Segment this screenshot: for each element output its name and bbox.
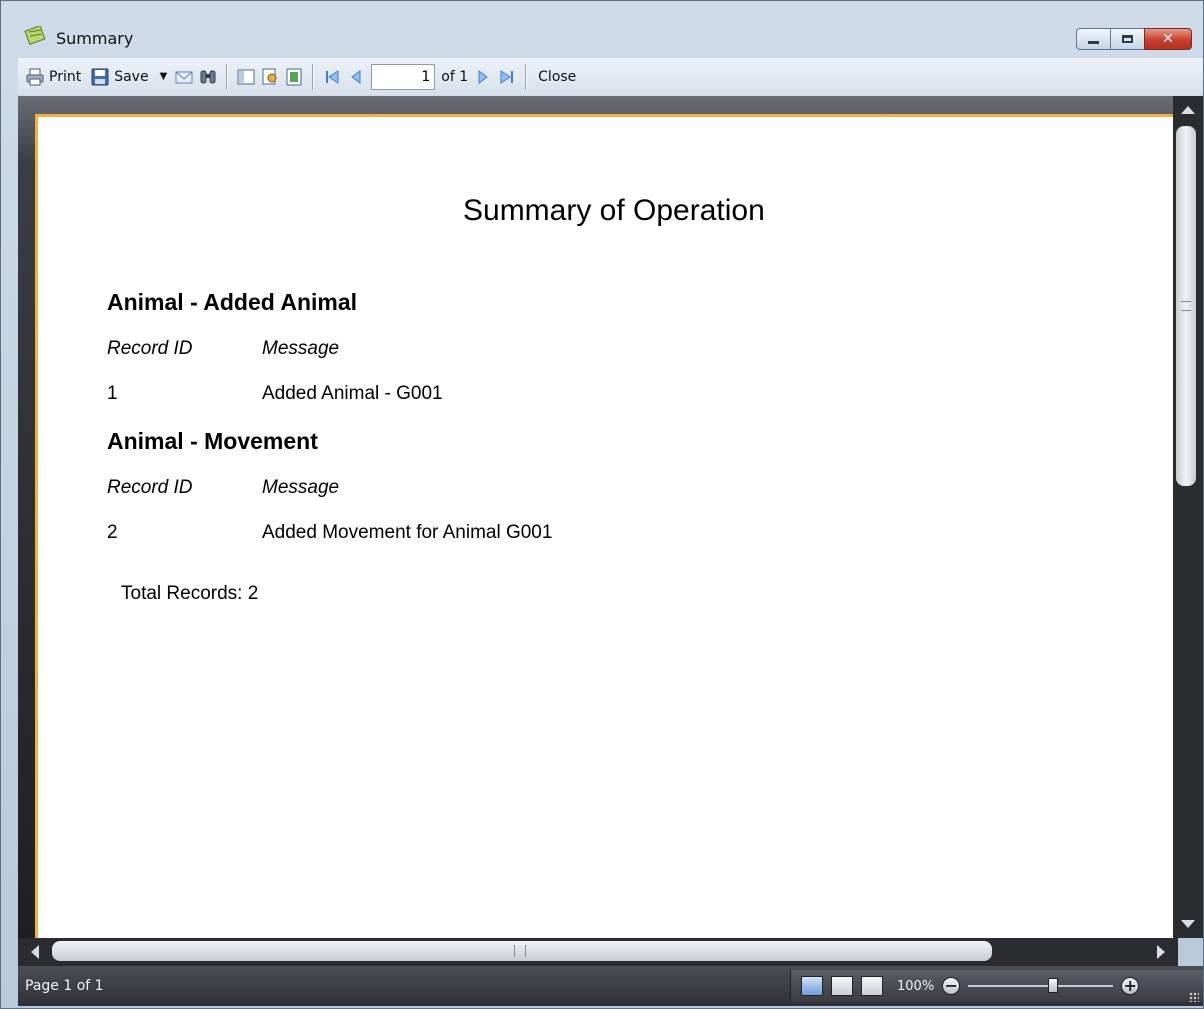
total-records: Total Records: 2 [121,583,259,604]
page-count-label: of 1 [441,68,469,85]
record-id-cell: 1 [107,383,118,404]
column-header-record-id: Record ID [107,477,193,498]
zoom-slider[interactable] [968,978,1114,993]
floppy-disk-icon [91,68,109,85]
report-viewport: Summary of Operation Animal - Added Anim… [18,96,1203,938]
column-header-message: Message [262,338,340,359]
minimize-button[interactable] [1076,28,1110,50]
horizontal-scrollbar[interactable] [18,938,1178,966]
zoom-slider-thumb[interactable] [1048,978,1059,993]
section-title: Animal - Added Animal [107,289,358,315]
current-page-input[interactable] [371,63,436,90]
zoom-out-icon[interactable]: − [942,977,961,995]
toolbar-separator [226,63,229,90]
print-layout-view-icon[interactable] [801,976,823,996]
toolbar: Print Save ▼ 1 of 1 Close [18,58,1203,95]
print-label: Print [49,68,82,85]
zoom-in-icon[interactable]: + [1121,977,1140,995]
status-bar: Page 1 of 1 100% − + [18,966,1203,1006]
scroll-left-arrow-icon[interactable] [31,945,39,959]
resize-grip-icon[interactable] [1189,992,1199,1002]
message-cell: Added Movement for Animal G001 [262,522,553,543]
page-setup-icon[interactable] [261,68,279,86]
multi-page-view-icon[interactable] [861,976,883,996]
dropdown-arrow-icon[interactable]: ▼ [160,71,168,82]
scroll-down-arrow-icon[interactable] [1181,920,1195,928]
page-layout-icon[interactable] [285,68,303,86]
report-viewer-window: Summary ✕ Print Save ▼ 1 of 1 Close Summ… [0,0,1204,1009]
previous-page-icon[interactable] [347,68,365,86]
horizontal-scroll-thumb[interactable] [52,941,992,961]
close-window-button[interactable]: ✕ [1144,28,1192,50]
report-page: Summary of Operation Animal - Added Anim… [35,114,1195,938]
message-cell: Added Animal - G001 [262,383,443,404]
app-icon [24,26,46,45]
scroll-up-arrow-icon[interactable] [1181,106,1195,114]
record-id-cell: 2 [107,522,118,543]
close-report-button[interactable]: Close [536,63,578,91]
save-button[interactable]: Save ▼ [89,63,169,91]
page-status: Page 1 of 1 [25,978,104,994]
grip-icon [514,945,526,957]
column-header-record-id: Record ID [107,338,193,359]
title-bar: Summary ✕ [1,1,1203,57]
first-page-icon[interactable] [323,68,341,86]
grip-icon [1181,301,1191,311]
vertical-scrollbar[interactable] [1173,96,1203,938]
last-page-icon[interactable] [498,68,516,86]
print-button[interactable]: Print [24,63,83,91]
next-page-icon[interactable] [474,68,492,86]
email-icon[interactable] [175,68,193,86]
vertical-scroll-thumb[interactable] [1176,126,1196,486]
document-map-icon[interactable] [237,68,255,86]
window-title: Summary [56,29,134,48]
save-label: Save [114,68,149,85]
maximize-icon [1122,35,1133,43]
close-icon: ✕ [1162,31,1174,47]
section-title: Animal - Movement [107,428,318,454]
report-title: Summary of Operation [463,194,765,227]
find-binoculars-icon[interactable] [199,68,217,86]
zoom-controls: 100% − + [790,970,1203,1002]
toolbar-separator [312,63,315,90]
single-page-view-icon[interactable] [831,976,853,996]
toolbar-separator [525,63,528,90]
minimize-icon [1088,40,1099,44]
window-controls: ✕ [1076,28,1192,50]
maximize-button[interactable] [1110,28,1144,50]
column-header-message: Message [262,477,340,498]
zoom-level: 100% [897,978,935,994]
scroll-right-arrow-icon[interactable] [1157,945,1165,959]
printer-icon [26,68,44,85]
close-label: Close [538,68,577,85]
